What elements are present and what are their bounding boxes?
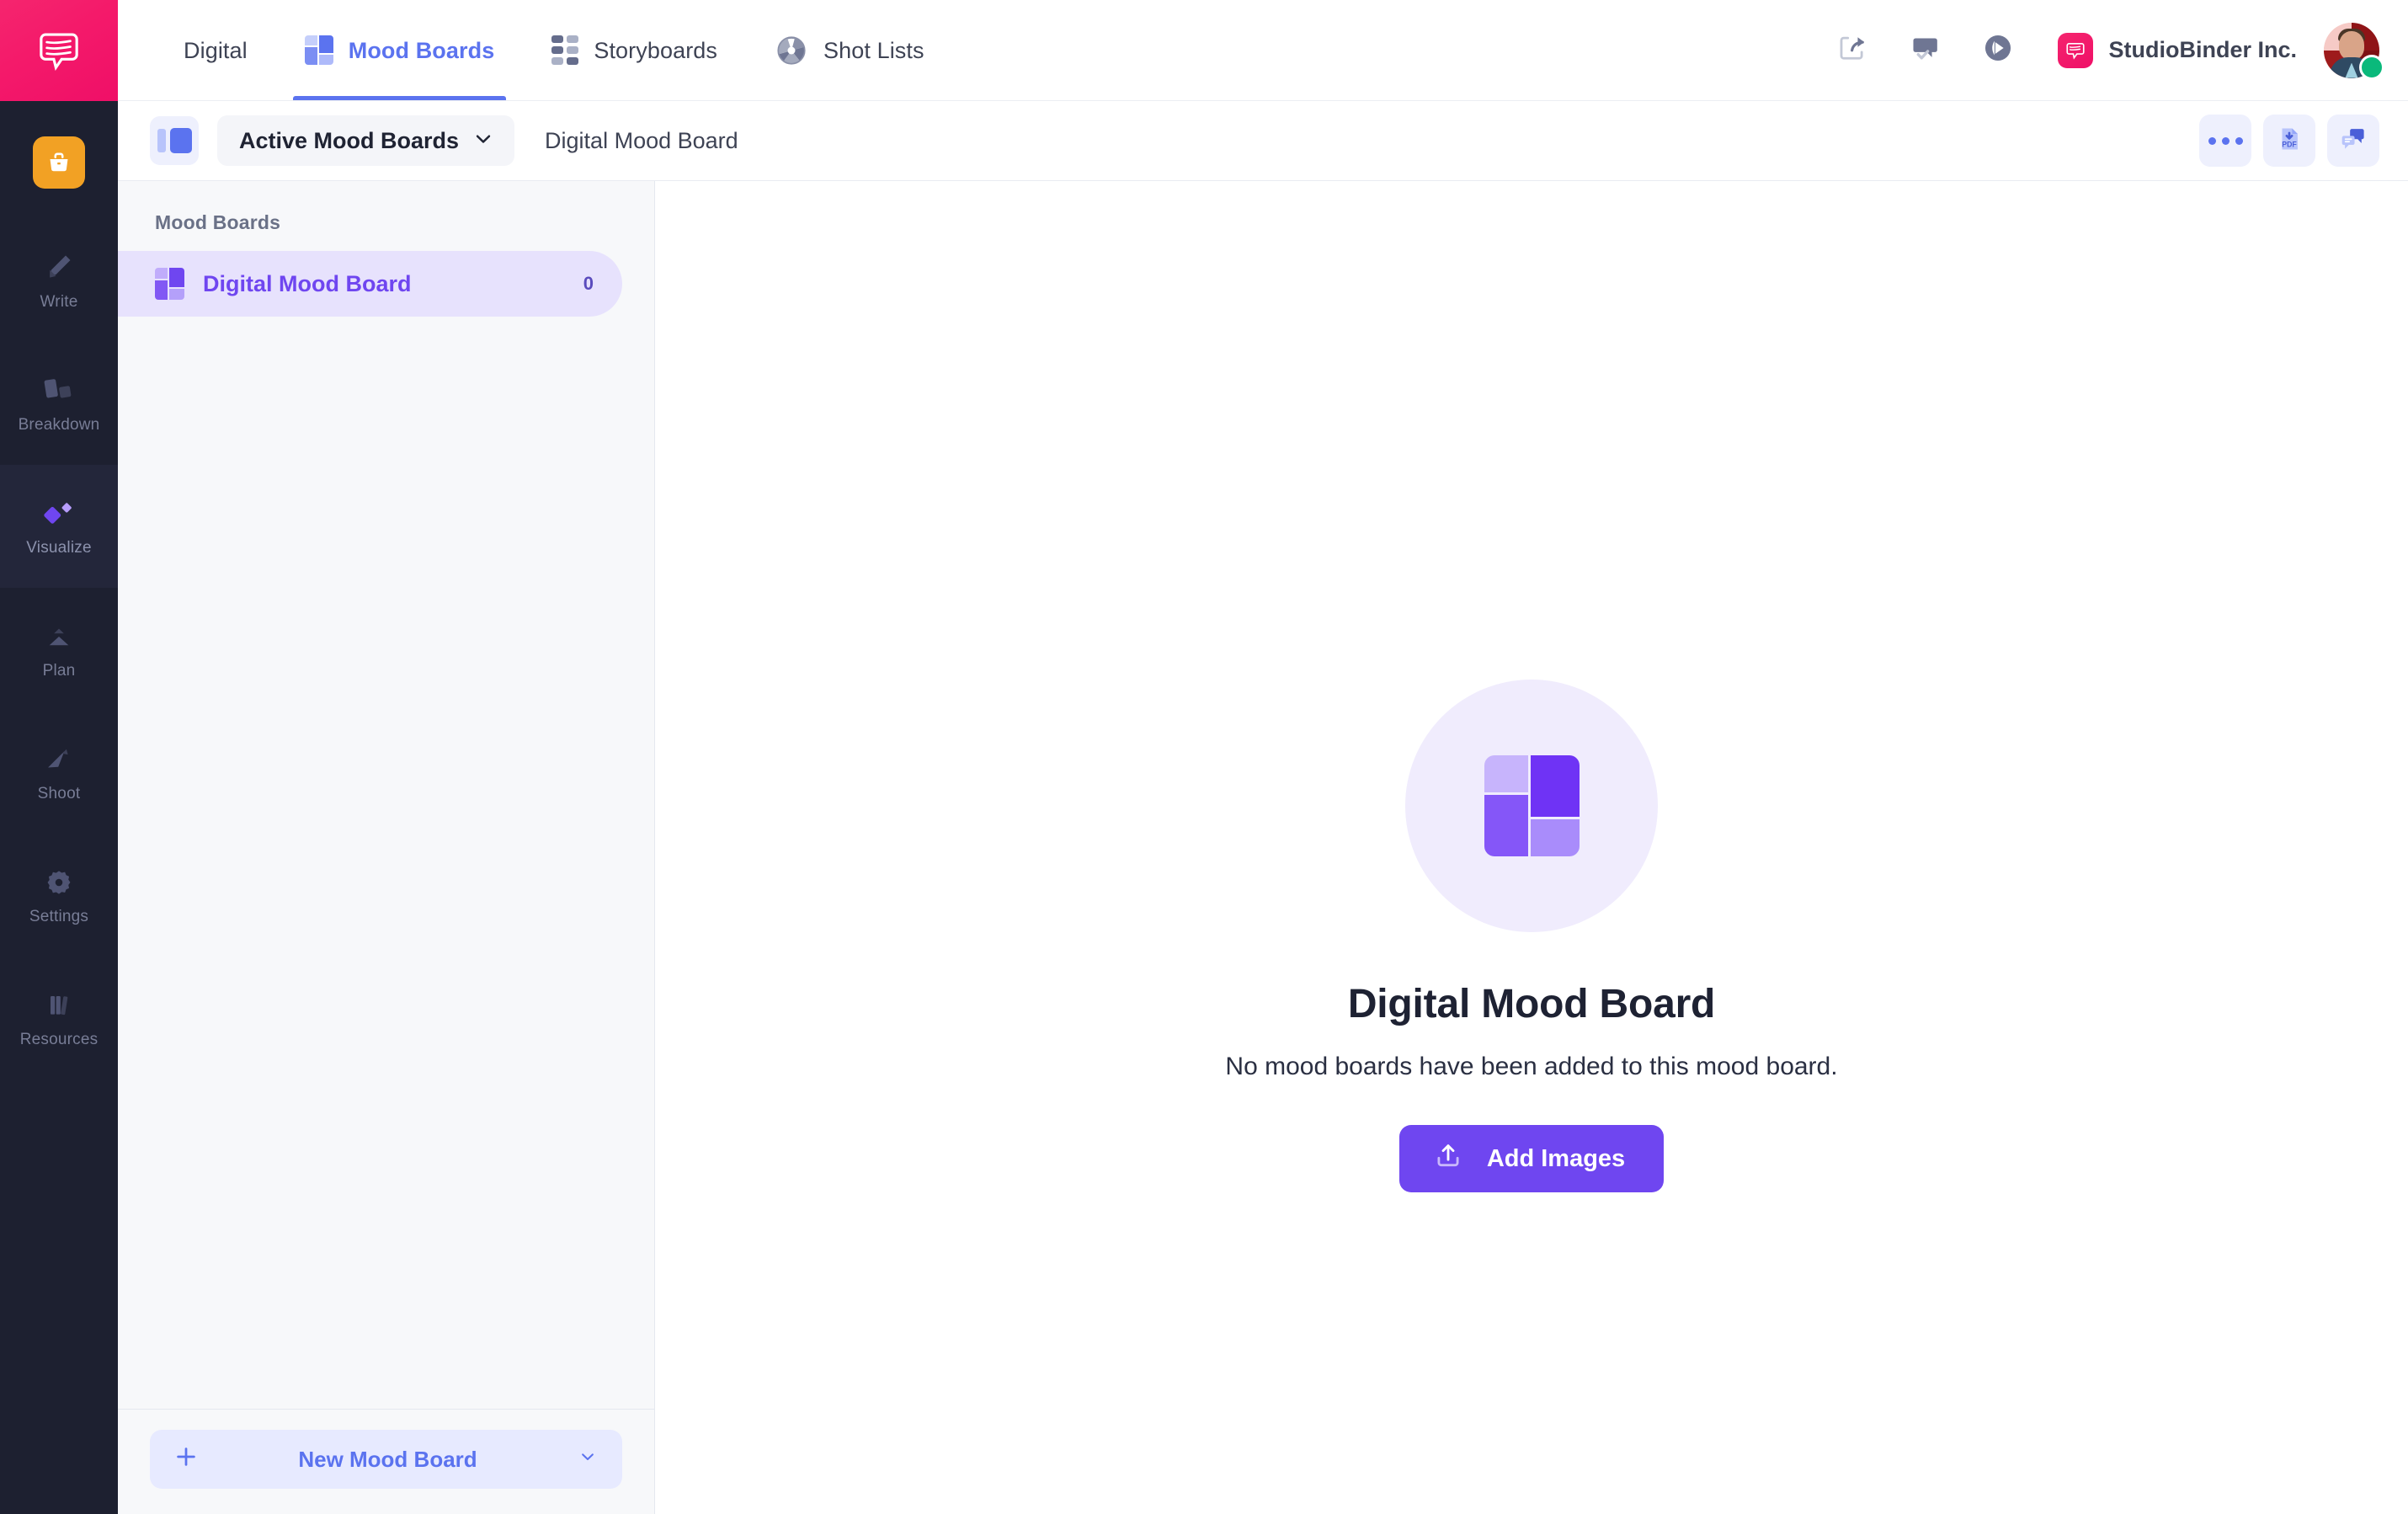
upload-icon <box>1433 1140 1463 1177</box>
list-item-count: 0 <box>583 273 594 294</box>
sidebar-item-resources[interactable]: Resources <box>0 957 118 1080</box>
more-options-button[interactable] <box>2199 115 2251 167</box>
sidebar-item-label: Settings <box>29 907 89 925</box>
tab-digital[interactable]: Digital <box>155 0 276 100</box>
tab-storyboards[interactable]: Storyboards <box>523 0 746 100</box>
list-item[interactable]: Digital Mood Board 0 <box>118 251 622 317</box>
panel-title: Mood Boards <box>155 211 281 233</box>
breadcrumb: Digital Mood Board <box>545 127 738 153</box>
user-menu[interactable] <box>2324 22 2384 80</box>
sub-toolbar: Active Mood Boards Digital Mood Board PD… <box>118 101 2408 181</box>
mood-board-icon <box>155 268 184 300</box>
main-region: Digital Mood Boards Storyboards Shot Lis… <box>118 0 2408 1514</box>
pencil-icon <box>42 250 76 284</box>
sidebar-item-label: Visualize <box>26 538 92 557</box>
approval-button[interactable] <box>1889 14 1962 87</box>
sub-toolbar-actions: PDF <box>2199 115 2379 167</box>
organization-switcher[interactable]: StudioBinder Inc. <box>2034 32 2312 68</box>
books-icon <box>42 988 76 1021</box>
app-root: Write Breakdown Visualize Plan Shoot Set… <box>0 0 2408 1514</box>
top-tab-bar: Digital Mood Boards Storyboards Shot Lis… <box>118 0 2408 101</box>
sidebar-item-label: Plan <box>42 661 76 680</box>
page-title: Digital Mood Board <box>1347 982 1716 1026</box>
online-status-indicator <box>2359 54 2384 80</box>
studiobinder-logo[interactable] <box>0 0 118 101</box>
sidebar-item-settings[interactable]: Settings <box>0 834 118 957</box>
organization-name: StudioBinder Inc. <box>2108 37 2297 62</box>
sidebar-item-plan[interactable]: Plan <box>0 588 118 711</box>
mood-board-canvas: Digital Mood Board No mood boards have b… <box>655 181 2408 1514</box>
new-mood-board-label: New Mood Board <box>298 1446 477 1472</box>
comments-icon <box>2339 125 2368 157</box>
sidebar-item-label: Resources <box>19 1030 99 1048</box>
mood-boards-panel: Mood Boards Digital Mood Board 0 New Moo… <box>118 181 655 1514</box>
tab-label: Shot Lists <box>823 38 924 63</box>
sidebar-item-breakdown[interactable]: Breakdown <box>0 342 118 465</box>
add-images-label: Add Images <box>1486 1144 1626 1172</box>
project-switcher-button[interactable] <box>33 136 85 189</box>
sidebar-item-shoot[interactable]: Shoot <box>0 711 118 834</box>
tab-mood-boards[interactable]: Mood Boards <box>276 0 524 100</box>
plus-icon <box>173 1444 199 1475</box>
filter-label: Active Mood Boards <box>239 127 460 153</box>
chevron-down-icon <box>472 128 494 154</box>
sidebar-toggle-icon <box>157 129 166 152</box>
play-button[interactable] <box>1962 14 2034 87</box>
comments-button[interactable] <box>2327 115 2379 167</box>
organization-logo-icon <box>2058 32 2094 68</box>
empty-state-illustration <box>1405 680 1658 932</box>
empty-state-message: No mood boards have been added to this m… <box>1225 1053 1838 1080</box>
download-pdf-button[interactable]: PDF <box>2263 115 2315 167</box>
sidebar-item-write[interactable]: Write <box>0 219 118 342</box>
tab-shot-lists[interactable]: Shot Lists <box>746 0 953 100</box>
panel-footer: New Mood Board <box>118 1409 654 1514</box>
chevron-down-icon[interactable] <box>577 1446 599 1474</box>
left-rail: Write Breakdown Visualize Plan Shoot Set… <box>0 0 118 1514</box>
tab-label: Mood Boards <box>348 38 495 63</box>
top-actions: StudioBinder Inc. <box>1817 0 2408 100</box>
mood-board-icon <box>1484 755 1580 856</box>
speech-bubble-logo-icon <box>40 33 78 72</box>
new-mood-board-button[interactable]: New Mood Board <box>150 1430 622 1489</box>
sidebar-toggle-button[interactable] <box>150 116 199 165</box>
sidebar-item-label: Shoot <box>37 784 81 802</box>
paper-plane-icon <box>41 742 77 776</box>
play-icon <box>1980 30 2016 70</box>
tab-list: Digital Mood Boards Storyboards Shot Lis… <box>118 0 953 100</box>
add-images-button[interactable]: Add Images <box>1398 1125 1665 1192</box>
diamond-icon <box>41 496 77 530</box>
briefcase-icon <box>50 152 68 172</box>
share-button[interactable] <box>1817 14 1889 87</box>
mood-board-icon <box>304 35 333 65</box>
svg-text:PDF: PDF <box>2282 140 2297 148</box>
share-icon <box>1835 30 1871 70</box>
download-pdf-icon: PDF <box>2275 125 2304 157</box>
gear-icon <box>43 865 75 898</box>
sidebar-item-label: Breakdown <box>18 415 100 434</box>
mood-board-filter-dropdown[interactable]: Active Mood Boards <box>217 115 515 166</box>
mountain-icon <box>41 619 77 653</box>
aperture-icon <box>775 34 808 67</box>
approval-comment-icon <box>1908 30 1943 70</box>
list-item-label: Digital Mood Board <box>203 270 412 296</box>
tab-label: Storyboards <box>594 38 718 63</box>
content-area: Mood Boards Digital Mood Board 0 New Moo… <box>118 181 2408 1514</box>
more-options-icon <box>2208 136 2243 145</box>
sidebar-item-visualize[interactable]: Visualize <box>0 465 118 588</box>
sidebar-item-label: Write <box>40 292 78 311</box>
cards-icon <box>41 373 77 407</box>
grid-icon <box>551 35 579 65</box>
mood-boards-list: Digital Mood Board 0 <box>118 251 654 1409</box>
tab-label: Digital <box>184 38 248 63</box>
